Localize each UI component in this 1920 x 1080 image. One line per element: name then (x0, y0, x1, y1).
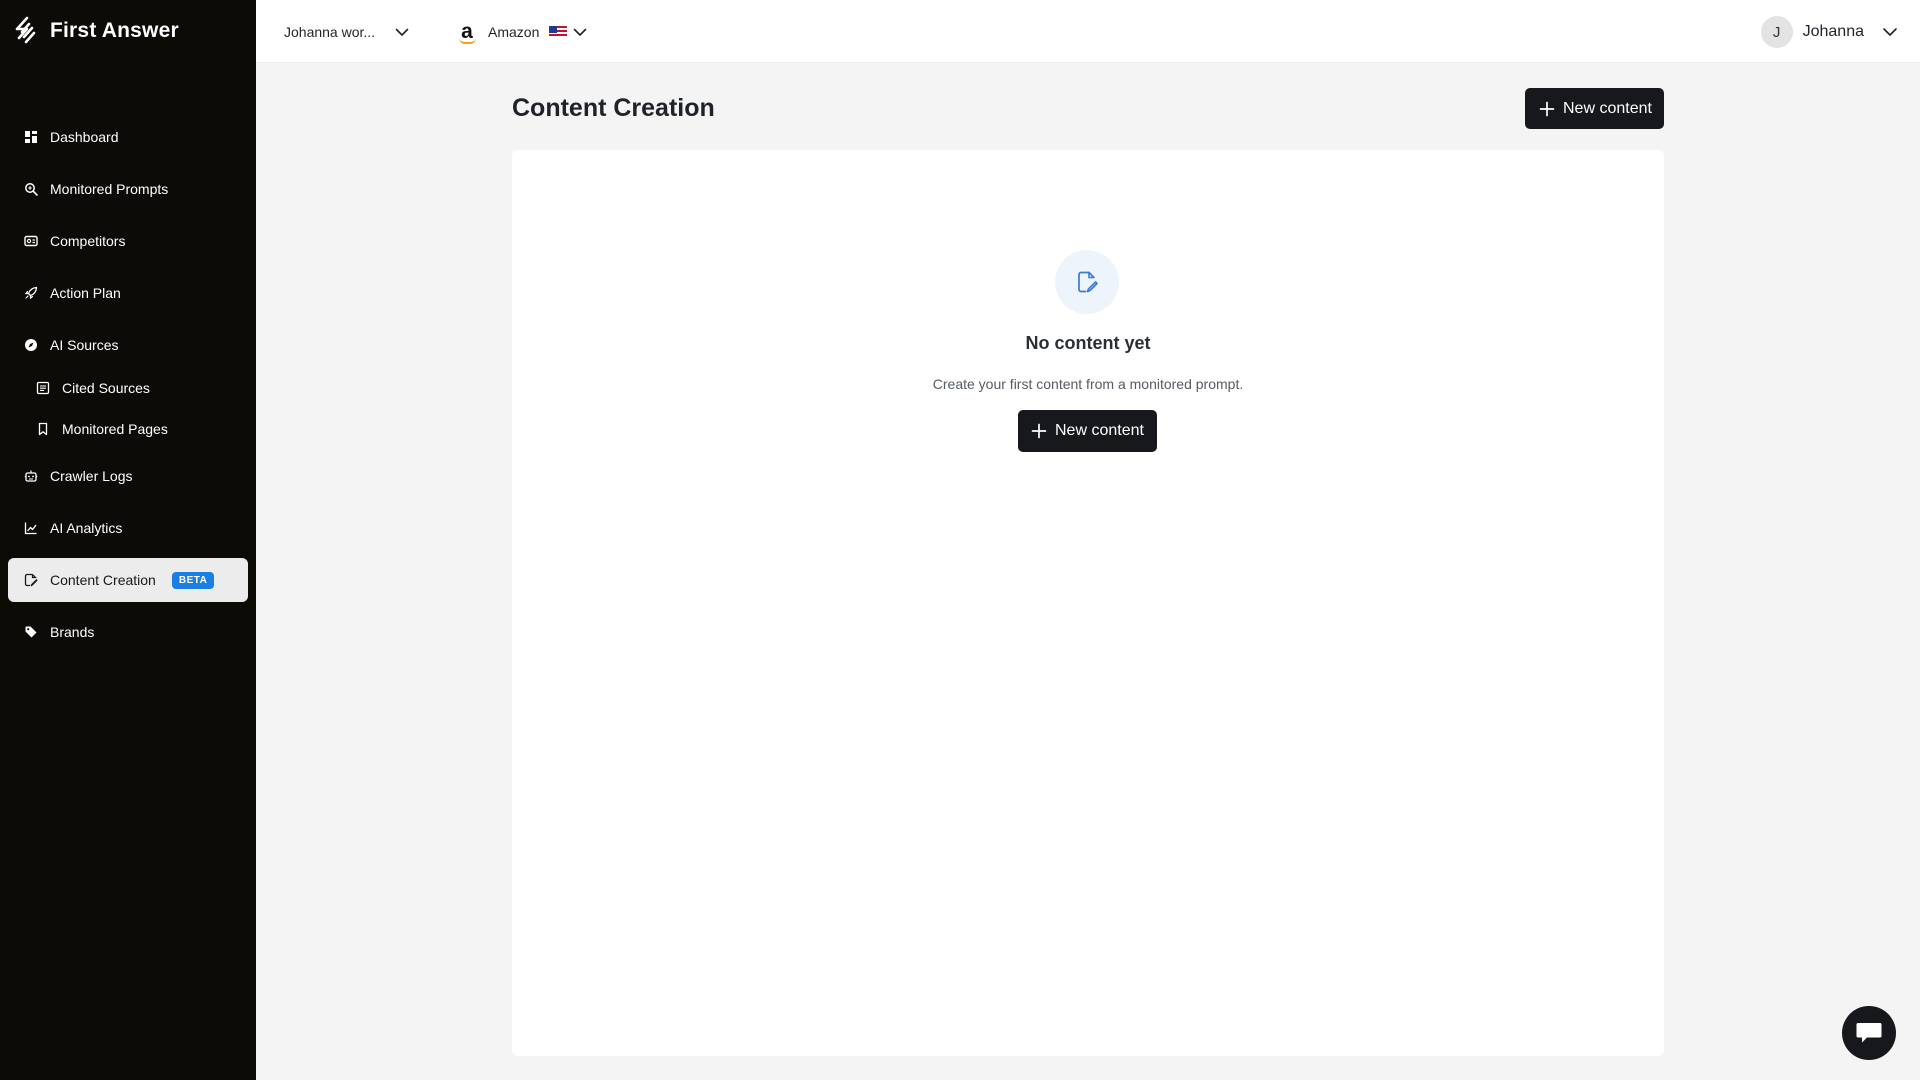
us-flag-icon (549, 26, 568, 38)
chat-widget-button[interactable] (1842, 1006, 1896, 1060)
edit-file-icon (24, 573, 38, 587)
sidebar-item-brands[interactable]: Brands (8, 610, 248, 654)
dashboard-icon (25, 131, 37, 143)
sidebar-item-label: Monitored Prompts (50, 181, 169, 197)
sidebar-item-label: Action Plan (50, 285, 121, 301)
sidebar-item-monitored-pages[interactable]: Monitored Pages (8, 407, 248, 451)
avatar: J (1760, 16, 1793, 48)
user-name: Johanna (1802, 23, 1864, 40)
bookmark-icon (38, 422, 48, 436)
top-bar: Johanna wor... a Amazon J Johanna (256, 0, 1920, 63)
sidebar-item-action-plan[interactable]: Action Plan (8, 271, 248, 315)
amazon-logo-icon: a (456, 19, 478, 45)
new-content-label: New content (1055, 422, 1144, 439)
sidebar-item-crawler-logs[interactable]: Crawler Logs (8, 454, 248, 498)
sidebar-item-dashboard[interactable]: Dashboard (8, 115, 248, 159)
sidebar-item-label: Competitors (50, 233, 126, 249)
plus-icon (1539, 101, 1555, 116)
content-list-card: No content yet Create your first content… (512, 150, 1664, 1056)
workspace-selector[interactable]: Johanna wor... (284, 19, 409, 45)
sidebar-item-label: AI Sources (50, 337, 119, 353)
brand-name: Amazon (488, 24, 540, 40)
robot-icon (24, 470, 38, 482)
sidebar: First Answer Dashboard Monitored Prompts… (0, 0, 256, 1080)
first-answer-logo-icon (15, 16, 36, 44)
sidebar-item-content-creation[interactable]: Content Creation BETA (8, 558, 248, 602)
chevron-down-icon (1883, 28, 1897, 36)
empty-state-icon-wrap (1055, 250, 1119, 314)
workspace-name: Johanna wor... (284, 24, 376, 40)
sidebar-item-cited-sources[interactable]: Cited Sources (8, 366, 248, 410)
user-menu[interactable]: J Johanna (1760, 15, 1898, 49)
page-title: Content Creation (512, 94, 715, 122)
chart-icon (24, 522, 37, 535)
brand-selector[interactable]: a Amazon (456, 17, 587, 47)
search-icon (25, 183, 38, 196)
sidebar-item-label: Cited Sources (62, 380, 150, 396)
competitors-icon (24, 235, 38, 247)
new-content-label: New content (1563, 99, 1652, 117)
sidebar-item-label: Dashboard (50, 129, 119, 145)
sidebar-item-monitored-prompts[interactable]: Monitored Prompts (8, 167, 248, 211)
sidebar-item-label: Brands (50, 624, 95, 640)
plus-icon (1031, 423, 1047, 439)
chevron-down-icon (395, 28, 409, 36)
edit-file-icon (1078, 271, 1098, 293)
sidebar-item-label: Content Creation (50, 572, 156, 588)
chat-icon (1856, 1023, 1882, 1043)
empty-state-new-content-button[interactable]: New content (1018, 410, 1157, 452)
new-content-button[interactable]: New content (1525, 88, 1664, 129)
tag-icon (25, 626, 37, 638)
app-logo[interactable]: First Answer (14, 14, 179, 48)
chevron-down-icon (574, 28, 587, 36)
list-icon (36, 381, 50, 395)
sidebar-item-competitors[interactable]: Competitors (8, 219, 248, 263)
rocket-icon (24, 286, 38, 300)
sidebar-item-label: Crawler Logs (50, 468, 133, 484)
sidebar-item-label: Monitored Pages (62, 421, 168, 437)
sidebar-item-ai-sources[interactable]: AI Sources (8, 323, 248, 367)
app-name: First Answer (50, 19, 179, 42)
empty-state-subtitle: Create your first content from a monitor… (932, 376, 1244, 392)
beta-badge: BETA (171, 571, 215, 589)
compass-icon (25, 339, 37, 351)
empty-state-title: No content yet (1025, 333, 1151, 353)
sidebar-item-label: AI Analytics (50, 520, 123, 536)
sidebar-item-ai-analytics[interactable]: AI Analytics (8, 506, 248, 550)
